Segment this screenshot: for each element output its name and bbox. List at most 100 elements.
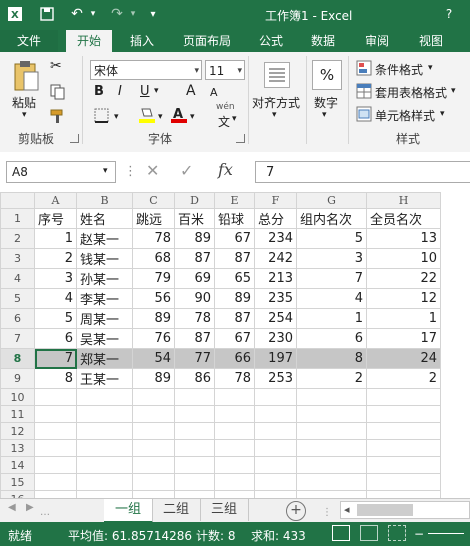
cell-g2[interactable]: 5 xyxy=(296,228,367,249)
row-header[interactable]: 4 xyxy=(0,268,35,289)
scroll-left-icon[interactable]: ◂ xyxy=(344,503,350,516)
cell-a12[interactable] xyxy=(34,422,77,440)
cell-h4[interactable]: 22 xyxy=(366,268,441,289)
save-icon[interactable] xyxy=(38,5,56,23)
scroll-right-icon[interactable]: ▶ xyxy=(26,502,34,513)
cell-a5[interactable]: 4 xyxy=(34,288,77,309)
row-header[interactable]: 1 xyxy=(0,208,35,229)
cell-a13[interactable] xyxy=(34,439,77,457)
row-header[interactable]: 8 xyxy=(0,348,35,369)
number-format-button[interactable]: % xyxy=(312,60,342,90)
cell-h7[interactable]: 17 xyxy=(366,328,441,349)
phonetic-dropdown-icon[interactable]: ▾ xyxy=(232,114,237,124)
name-box[interactable]: A8 ▾ xyxy=(6,161,116,183)
cell-a8[interactable]: 7 xyxy=(34,348,77,369)
cell-f2[interactable]: 234 xyxy=(254,228,297,249)
scrollbar-thumb[interactable] xyxy=(357,504,413,516)
cell-g14[interactable] xyxy=(296,456,367,474)
column-header-g[interactable]: G xyxy=(296,192,367,209)
cell-b5[interactable]: 李某一 xyxy=(76,288,133,309)
tab-home[interactable]: 开始 xyxy=(66,30,112,52)
fill-color-icon[interactable] xyxy=(138,106,156,127)
cell-c13[interactable] xyxy=(132,439,175,457)
tab-formulas[interactable]: 公式 xyxy=(250,30,292,52)
cell-e3[interactable]: 87 xyxy=(214,248,255,269)
more-sheets-icon[interactable]: … xyxy=(40,507,50,518)
cell-d5[interactable]: 90 xyxy=(174,288,215,309)
cell-b12[interactable] xyxy=(76,422,133,440)
copy-icon[interactable] xyxy=(50,84,66,103)
row-header[interactable]: 2 xyxy=(0,228,35,249)
cell-d2[interactable]: 89 xyxy=(174,228,215,249)
cell-b10[interactable] xyxy=(76,388,133,406)
sheet-tab-3[interactable]: 三组 xyxy=(200,499,249,521)
zoom-slider[interactable] xyxy=(428,533,464,534)
italic-button[interactable]: I xyxy=(118,84,122,99)
cell-d9[interactable]: 86 xyxy=(174,368,215,389)
cell-f5[interactable]: 235 xyxy=(254,288,297,309)
cell-a6[interactable]: 5 xyxy=(34,308,77,329)
page-layout-view-icon[interactable] xyxy=(360,525,378,541)
font-color-icon[interactable]: A xyxy=(170,106,188,127)
cell-h2[interactable]: 13 xyxy=(366,228,441,249)
paste-dropdown-icon[interactable]: ▾ xyxy=(22,110,27,120)
cell-f6[interactable]: 254 xyxy=(254,308,297,329)
cut-icon[interactable]: ✂ xyxy=(50,58,62,74)
cell-f11[interactable] xyxy=(254,405,297,423)
border-dropdown-icon[interactable]: ▾ xyxy=(114,112,119,122)
cell-b7[interactable]: 吴某一 xyxy=(76,328,133,349)
cell-d6[interactable]: 78 xyxy=(174,308,215,329)
cell-c11[interactable] xyxy=(132,405,175,423)
row-header[interactable]: 5 xyxy=(0,288,35,309)
conditional-format-button[interactable]: 条件格式 xyxy=(375,61,423,78)
cell-e5[interactable]: 89 xyxy=(214,288,255,309)
cell-d13[interactable] xyxy=(174,439,215,457)
cell-c3[interactable]: 68 xyxy=(132,248,175,269)
cell-c1[interactable]: 跳远 xyxy=(132,208,175,229)
more-options-icon[interactable]: ⋮ xyxy=(124,164,137,179)
cell-c6[interactable]: 89 xyxy=(132,308,175,329)
cell-f1[interactable]: 总分 xyxy=(254,208,297,229)
cell-d7[interactable]: 87 xyxy=(174,328,215,349)
cell-b13[interactable] xyxy=(76,439,133,457)
tab-file[interactable]: 文件 xyxy=(0,30,58,52)
number-dropdown-icon[interactable]: ▾ xyxy=(322,110,327,120)
cell-h1[interactable]: 全员名次 xyxy=(366,208,441,229)
row-header[interactable]: 15 xyxy=(0,473,35,491)
column-header-h[interactable]: H xyxy=(366,192,441,209)
cell-a2[interactable]: 1 xyxy=(34,228,77,249)
fill-dropdown-icon[interactable]: ▾ xyxy=(158,112,163,122)
clipboard-launcher-icon[interactable] xyxy=(70,134,79,143)
help-button[interactable]: ? xyxy=(440,5,458,23)
cell-d1[interactable]: 百米 xyxy=(174,208,215,229)
cell-f14[interactable] xyxy=(254,456,297,474)
cell-e10[interactable] xyxy=(214,388,255,406)
cell-h10[interactable] xyxy=(366,388,441,406)
table-format-button[interactable]: 套用表格格式 xyxy=(375,84,447,101)
row-header[interactable]: 9 xyxy=(0,368,35,389)
worksheet-grid[interactable]: A B C D E F G H 1 序号 姓名 跳远 百米 铅球 总分 组内名次 全员名次 2 1 赵某一 78 89 67… xyxy=(0,192,470,508)
row-header[interactable]: 11 xyxy=(0,405,35,423)
cell-h3[interactable]: 10 xyxy=(366,248,441,269)
cell-c10[interactable] xyxy=(132,388,175,406)
row-header[interactable]: 7 xyxy=(0,328,35,349)
cell-a4[interactable]: 3 xyxy=(34,268,77,289)
cell-d15[interactable] xyxy=(174,473,215,491)
cell-b2[interactable]: 赵某一 xyxy=(76,228,133,249)
cell-d14[interactable] xyxy=(174,456,215,474)
cell-c5[interactable]: 56 xyxy=(132,288,175,309)
cell-h14[interactable] xyxy=(366,456,441,474)
cell-a11[interactable] xyxy=(34,405,77,423)
font-grow-button[interactable]: A xyxy=(186,83,196,99)
cell-a14[interactable] xyxy=(34,456,77,474)
cell-h5[interactable]: 12 xyxy=(366,288,441,309)
cell-f13[interactable] xyxy=(254,439,297,457)
cell-a3[interactable]: 2 xyxy=(34,248,77,269)
cell-a1[interactable]: 序号 xyxy=(34,208,77,229)
cell-b15[interactable] xyxy=(76,473,133,491)
cell-c12[interactable] xyxy=(132,422,175,440)
cell-h13[interactable] xyxy=(366,439,441,457)
cell-f9[interactable]: 253 xyxy=(254,368,297,389)
cell-g5[interactable]: 4 xyxy=(296,288,367,309)
cell-h9[interactable]: 2 xyxy=(366,368,441,389)
